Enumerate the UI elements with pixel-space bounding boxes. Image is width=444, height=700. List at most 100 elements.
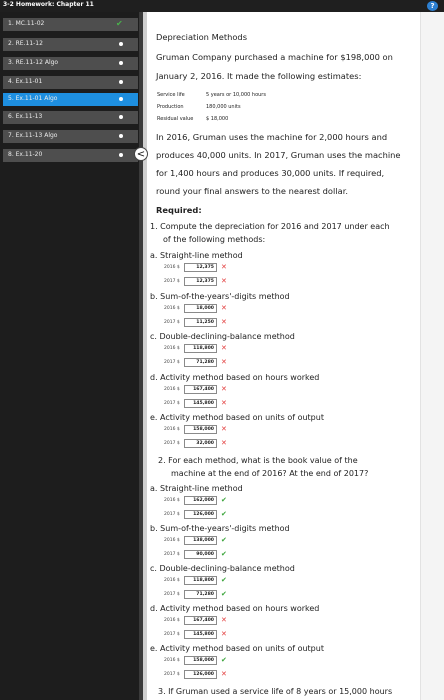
year-label: 2017 $ [164, 279, 180, 284]
status-dot-icon [119, 61, 123, 65]
method-label: b. Sum-of-the-years'-digits method [150, 292, 290, 301]
answer-input[interactable]: 162,000 [184, 496, 217, 505]
x-icon: ✕ [221, 385, 227, 393]
sidebar-item-3[interactable]: 3. RE.11-12 Algo [3, 57, 138, 70]
answer-input[interactable]: 12,375 [184, 263, 217, 272]
sidebar-item-label: 8. Ex.11-20 [8, 151, 43, 158]
sidebar-item-label: 5. Ex.11-01 Algo [8, 95, 58, 102]
sidebar-item-label: 2. RE.11-12 [8, 40, 43, 47]
sidebar-item-label: 1. MC.11-02 [8, 20, 45, 27]
answer-input[interactable]: 71,280 [184, 590, 217, 599]
year-label: 2017 $ [164, 360, 180, 365]
resize-handle[interactable] [143, 12, 147, 700]
check-icon: ✔ [221, 590, 227, 598]
problem-title: Depreciation Methods [156, 32, 248, 42]
collapse-sidebar-icon[interactable]: < [134, 147, 148, 161]
year-label: 2016 $ [164, 498, 180, 503]
year-label: 2016 $ [164, 538, 180, 543]
method-label: e. Activity method based on units of out… [150, 413, 324, 422]
year-label: 2016 $ [164, 265, 180, 270]
year-label: 2017 $ [164, 672, 180, 677]
x-icon: ✕ [221, 425, 227, 433]
problem-content: Depreciation Methods Gruman Company purc… [150, 12, 420, 700]
question-2-text: 2. For each method, what is the book val… [158, 456, 358, 465]
method-label: d. Activity method based on hours worked [150, 373, 320, 382]
assignment-title: 3-2 Homework: Chapter 11 [3, 1, 94, 8]
method-label: b. Sum-of-the-years'-digits method [150, 524, 290, 533]
sidebar-item-label: 6. Ex.11-13 [8, 113, 43, 120]
answer-input[interactable]: 145,800 [184, 630, 217, 639]
answer-input[interactable]: 138,000 [184, 536, 217, 545]
check-icon: ✔ [221, 656, 227, 664]
status-dot-icon [119, 42, 123, 46]
year-label: 2016 $ [164, 387, 180, 392]
answer-input[interactable]: 11,250 [184, 318, 217, 327]
help-icon[interactable]: ? [427, 1, 438, 11]
paragraph-line: In 2016, Gruman uses the machine for 2,0… [156, 132, 388, 142]
answer-input[interactable]: 90,000 [184, 550, 217, 559]
question-1-text: of the following methods: [163, 235, 266, 244]
year-label: 2017 $ [164, 401, 180, 406]
answer-input[interactable]: 126,000 [184, 510, 217, 519]
intro-text: Gruman Company purchased a machine for $… [156, 52, 393, 62]
answer-input[interactable]: 18,000 [184, 304, 217, 313]
intro-text: January 2, 2016. It made the following e… [156, 71, 362, 81]
estimate-value: 180,000 units [206, 104, 241, 110]
check-icon: ✔ [221, 496, 227, 504]
sidebar-item-1[interactable]: 1. MC.11-02 ✔ [3, 18, 138, 31]
answer-input[interactable]: 71,280 [184, 358, 217, 367]
sidebar-item-6[interactable]: 6. Ex.11-13 [3, 111, 138, 124]
year-label: 2017 $ [164, 592, 180, 597]
check-icon: ✔ [221, 550, 227, 558]
sidebar-item-2[interactable]: 2. RE.11-12 [3, 38, 138, 51]
answer-input[interactable]: 118,800 [184, 576, 217, 585]
year-label: 2017 $ [164, 441, 180, 446]
check-icon: ✔ [116, 19, 123, 28]
x-icon: ✕ [221, 304, 227, 312]
year-label: 2016 $ [164, 427, 180, 432]
answer-input[interactable]: 167,400 [184, 616, 217, 625]
year-label: 2017 $ [164, 632, 180, 637]
answer-input[interactable]: 158,000 [184, 656, 217, 665]
sidebar-item-5[interactable]: 5. Ex.11-01 Algo [3, 93, 138, 106]
x-icon: ✕ [221, 263, 227, 271]
paragraph-line: for 1,400 hours and produces 30,000 unit… [156, 168, 385, 178]
sidebar-item-label: 3. RE.11-12 Algo [8, 59, 59, 66]
x-icon: ✕ [221, 399, 227, 407]
estimate-label: Service life [157, 92, 185, 98]
check-icon: ✔ [221, 576, 227, 584]
status-dot-icon [119, 115, 123, 119]
year-label: 2017 $ [164, 512, 180, 517]
sidebar: 1. MC.11-02 ✔ 2. RE.11-12 3. RE.11-12 Al… [0, 12, 139, 700]
status-dot-icon [119, 80, 123, 84]
check-icon: ✔ [221, 536, 227, 544]
x-icon: ✕ [221, 630, 227, 638]
status-dot-icon [119, 153, 123, 157]
scrollbar[interactable] [420, 12, 444, 700]
answer-input[interactable]: 158,000 [184, 425, 217, 434]
question-3-text: 3. If Gruman used a service life of 8 ye… [158, 687, 393, 696]
x-icon: ✕ [221, 344, 227, 352]
x-icon: ✕ [221, 616, 227, 624]
required-label: Required: [156, 205, 202, 215]
answer-input[interactable]: 118,800 [184, 344, 217, 353]
year-label: 2016 $ [164, 658, 180, 663]
method-label: e. Activity method based on units of out… [150, 644, 324, 653]
sidebar-item-8[interactable]: 8. Ex.11-20 [3, 149, 138, 162]
x-icon: ✕ [221, 439, 227, 447]
paragraph-line: round your final answers to the nearest … [156, 186, 348, 196]
sidebar-item-4[interactable]: 4. Ex.11-01 [3, 76, 138, 89]
sidebar-item-7[interactable]: 7. Ex.11-13 Algo [3, 130, 138, 143]
answer-input[interactable]: 32,000 [184, 439, 217, 448]
x-icon: ✕ [221, 277, 227, 285]
method-label: c. Double-declining-balance method [150, 564, 295, 573]
estimate-label: Production [157, 104, 184, 110]
answer-input[interactable]: 145,800 [184, 399, 217, 408]
year-label: 2016 $ [164, 578, 180, 583]
answer-input[interactable]: 167,400 [184, 385, 217, 394]
check-icon: ✔ [221, 510, 227, 518]
answer-input[interactable]: 126,000 [184, 670, 217, 679]
answer-input[interactable]: 12,375 [184, 277, 217, 286]
x-icon: ✕ [221, 358, 227, 366]
year-label: 2017 $ [164, 552, 180, 557]
